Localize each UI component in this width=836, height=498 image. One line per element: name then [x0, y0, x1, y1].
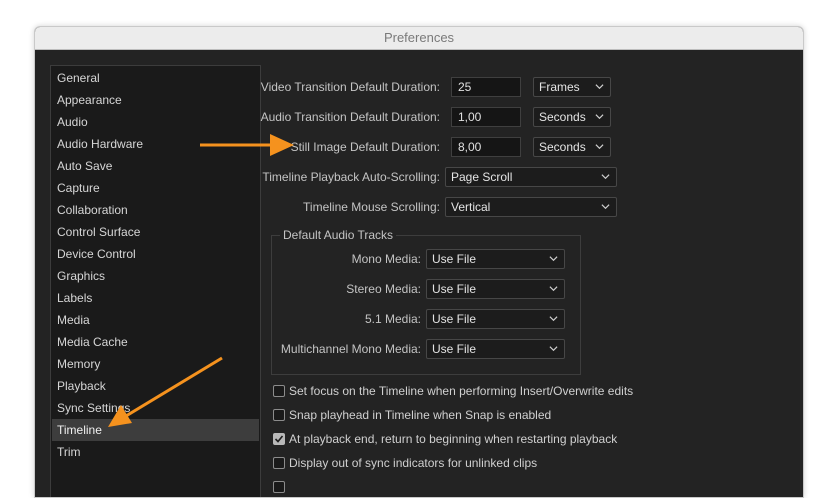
sidebar-item-device-control[interactable]: Device Control: [52, 243, 259, 265]
auto-scrolling-value: Page Scroll: [451, 170, 513, 184]
chevron-down-icon: [595, 114, 604, 120]
mouse-scrolling-label: Timeline Mouse Scrolling:: [303, 200, 440, 214]
video-transition-label: Video Transition Default Duration:: [260, 80, 440, 94]
mono-media-label: Mono Media:: [351, 252, 421, 266]
sidebar-item-control-surface[interactable]: Control Surface: [52, 221, 259, 243]
audio-transition-label: Audio Transition Default Duration:: [260, 110, 440, 124]
sidebar-item-sync-settings[interactable]: Sync Settings: [52, 397, 259, 419]
chevron-down-icon: [601, 204, 610, 210]
still-image-duration-input[interactable]: 8,00: [451, 137, 521, 157]
audio-transition-unit-select[interactable]: Seconds: [533, 107, 611, 127]
chevron-down-icon: [549, 286, 558, 292]
stereo-media-label: Stereo Media:: [346, 282, 421, 296]
audio-transition-unit-value: Seconds: [539, 110, 586, 124]
sidebar-item-graphics[interactable]: Graphics: [52, 265, 259, 287]
auto-scrolling-label: Timeline Playback Auto-Scrolling:: [262, 170, 440, 184]
sidebar-item-timeline[interactable]: Timeline: [52, 419, 259, 441]
window-title: Preferences: [35, 27, 803, 50]
sidebar-item-trim[interactable]: Trim: [52, 441, 259, 463]
checkbox-box[interactable]: [273, 457, 285, 469]
sidebar-item-general[interactable]: General: [52, 67, 259, 89]
multichannel-mono-media-label: Multichannel Mono Media:: [280, 342, 421, 356]
preferences-sidebar: General Appearance Audio Audio Hardware …: [50, 65, 261, 497]
sidebar-item-labels[interactable]: Labels: [52, 287, 259, 309]
multichannel-mono-media-value: Use File: [432, 342, 477, 356]
sidebar-item-appearance[interactable]: Appearance: [52, 89, 259, 111]
video-transition-unit-select[interactable]: Frames: [533, 77, 611, 97]
default-audio-tracks-title: Default Audio Tracks: [280, 227, 397, 243]
five-one-media-label: 5.1 Media:: [364, 312, 421, 326]
checkmark-icon: [274, 435, 284, 443]
mono-media-select[interactable]: Use File: [426, 249, 565, 269]
checkbox-box[interactable]: [273, 409, 285, 421]
still-image-label: Still Image Default Duration:: [290, 140, 440, 154]
stereo-media-select[interactable]: Use File: [426, 279, 565, 299]
mouse-scrolling-value: Vertical: [451, 200, 491, 214]
still-image-unit-select[interactable]: Seconds: [533, 137, 611, 157]
chevron-down-icon: [549, 316, 558, 322]
checkbox-label: Set focus on the Timeline when performin…: [289, 384, 634, 398]
multichannel-mono-media-select[interactable]: Use File: [426, 339, 565, 359]
checkbox-box[interactable]: [273, 433, 285, 445]
chevron-down-icon: [601, 174, 610, 180]
video-transition-unit-value: Frames: [539, 80, 580, 94]
stereo-media-value: Use File: [432, 282, 477, 296]
checkbox-label: At playback end, return to beginning whe…: [289, 432, 618, 446]
sidebar-item-audio-hardware[interactable]: Audio Hardware: [52, 133, 259, 155]
still-image-unit-value: Seconds: [539, 140, 586, 154]
preferences-window: Preferences General Appearance Audio Aud…: [34, 26, 804, 498]
checkbox-label: Display out of sync indicators for unlin…: [289, 456, 538, 470]
sidebar-item-capture[interactable]: Capture: [52, 177, 259, 199]
sidebar-item-memory[interactable]: Memory: [52, 353, 259, 375]
video-transition-duration-input[interactable]: 25: [451, 77, 521, 97]
sidebar-item-collaboration[interactable]: Collaboration: [52, 199, 259, 221]
chevron-down-icon: [549, 256, 558, 262]
audio-transition-duration-input[interactable]: 1,00: [451, 107, 521, 127]
five-one-media-value: Use File: [432, 312, 477, 326]
five-one-media-select[interactable]: Use File: [426, 309, 565, 329]
sidebar-item-media[interactable]: Media: [52, 309, 259, 331]
mono-media-value: Use File: [432, 252, 477, 266]
chevron-down-icon: [549, 346, 558, 352]
chevron-down-icon: [595, 84, 604, 90]
checkbox-label: Snap playhead in Timeline when Snap is e…: [289, 408, 552, 422]
mouse-scrolling-select[interactable]: Vertical: [445, 197, 617, 217]
chevron-down-icon: [595, 144, 604, 150]
sidebar-item-playback[interactable]: Playback: [52, 375, 259, 397]
auto-scrolling-select[interactable]: Page Scroll: [445, 167, 617, 187]
sidebar-item-media-cache[interactable]: Media Cache: [52, 331, 259, 353]
checkbox-box[interactable]: [273, 385, 285, 397]
sidebar-item-audio[interactable]: Audio: [52, 111, 259, 133]
sidebar-item-auto-save[interactable]: Auto Save: [52, 155, 259, 177]
